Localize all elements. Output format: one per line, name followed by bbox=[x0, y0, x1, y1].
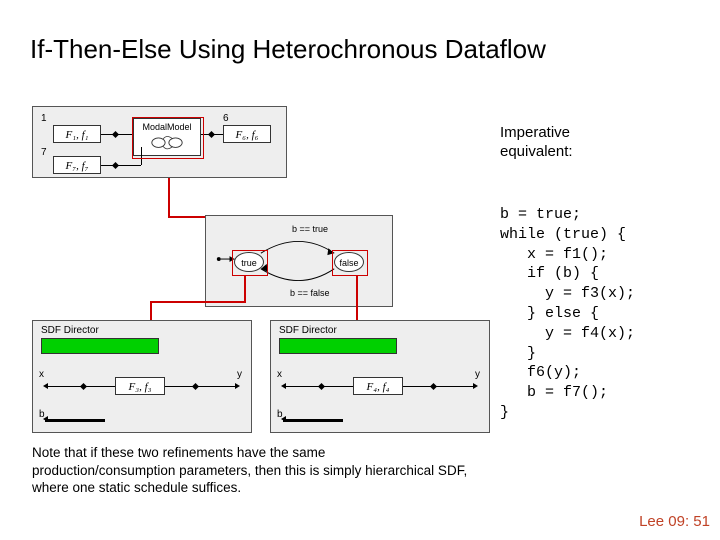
imperative-header: Imperative equivalent: bbox=[500, 124, 573, 162]
sdf-right-director-label: SDF Director bbox=[279, 325, 337, 336]
modal-model-label: ModalModel bbox=[134, 120, 200, 134]
connector-mid-right-v bbox=[356, 275, 358, 321]
sdf-left-x: x bbox=[39, 369, 44, 380]
page-title: If-Then-Else Using Heterochronous Datafl… bbox=[30, 34, 546, 65]
sdf-left-director-label: SDF Director bbox=[41, 325, 99, 336]
port-rate-7: 7 bbox=[41, 147, 47, 158]
mid-diagram: b == true true false b == false bbox=[205, 215, 393, 307]
port-rate-1: 1 bbox=[41, 113, 47, 124]
sdf-right-y: y bbox=[475, 369, 480, 380]
state-false: false bbox=[334, 252, 364, 272]
modal-model: ModalModel bbox=[133, 118, 201, 156]
footnote: Note that if these two refinements have … bbox=[32, 444, 472, 497]
connector-top-mid bbox=[168, 178, 170, 218]
sdf-right-director-bar bbox=[279, 338, 397, 354]
guard-true-label: b == true bbox=[292, 224, 328, 234]
sdf-left-y: y bbox=[237, 369, 242, 380]
sdf-left-actor: F₃, f₃ bbox=[115, 377, 165, 395]
connector-mid-left-h bbox=[150, 301, 244, 303]
actor-f6: F₆, f₆ bbox=[223, 125, 271, 143]
sdf-left-director-bar bbox=[41, 338, 159, 354]
slide-footer: Lee 09: 51 bbox=[639, 513, 710, 530]
actor-f1: F₁, f₁ bbox=[53, 125, 101, 143]
top-diagram: 1 6 7 F₁, f₁ F₆, f₆ F₇, f₇ ModalModel bbox=[32, 106, 287, 178]
sdf-left-diagram: SDF Director x y b F₃, f₃ bbox=[32, 320, 252, 433]
actor-f7: F₇, f₇ bbox=[53, 156, 101, 174]
sdf-right-x: x bbox=[277, 369, 282, 380]
port-rate-6: 6 bbox=[223, 113, 229, 124]
state-true: true bbox=[234, 252, 264, 272]
connector-mid-left-v bbox=[244, 275, 246, 303]
imperative-header-line1: Imperative bbox=[500, 124, 570, 141]
code-block: b = true; while (true) { x = f1(); if (b… bbox=[500, 205, 635, 423]
imperative-header-line2: equivalent: bbox=[500, 143, 573, 160]
connector-mid-left-v2 bbox=[150, 301, 152, 321]
guard-false-label: b == false bbox=[290, 288, 330, 298]
sdf-right-diagram: SDF Director x y b F₄, f₄ bbox=[270, 320, 490, 433]
sdf-right-actor: F₄, f₄ bbox=[353, 377, 403, 395]
